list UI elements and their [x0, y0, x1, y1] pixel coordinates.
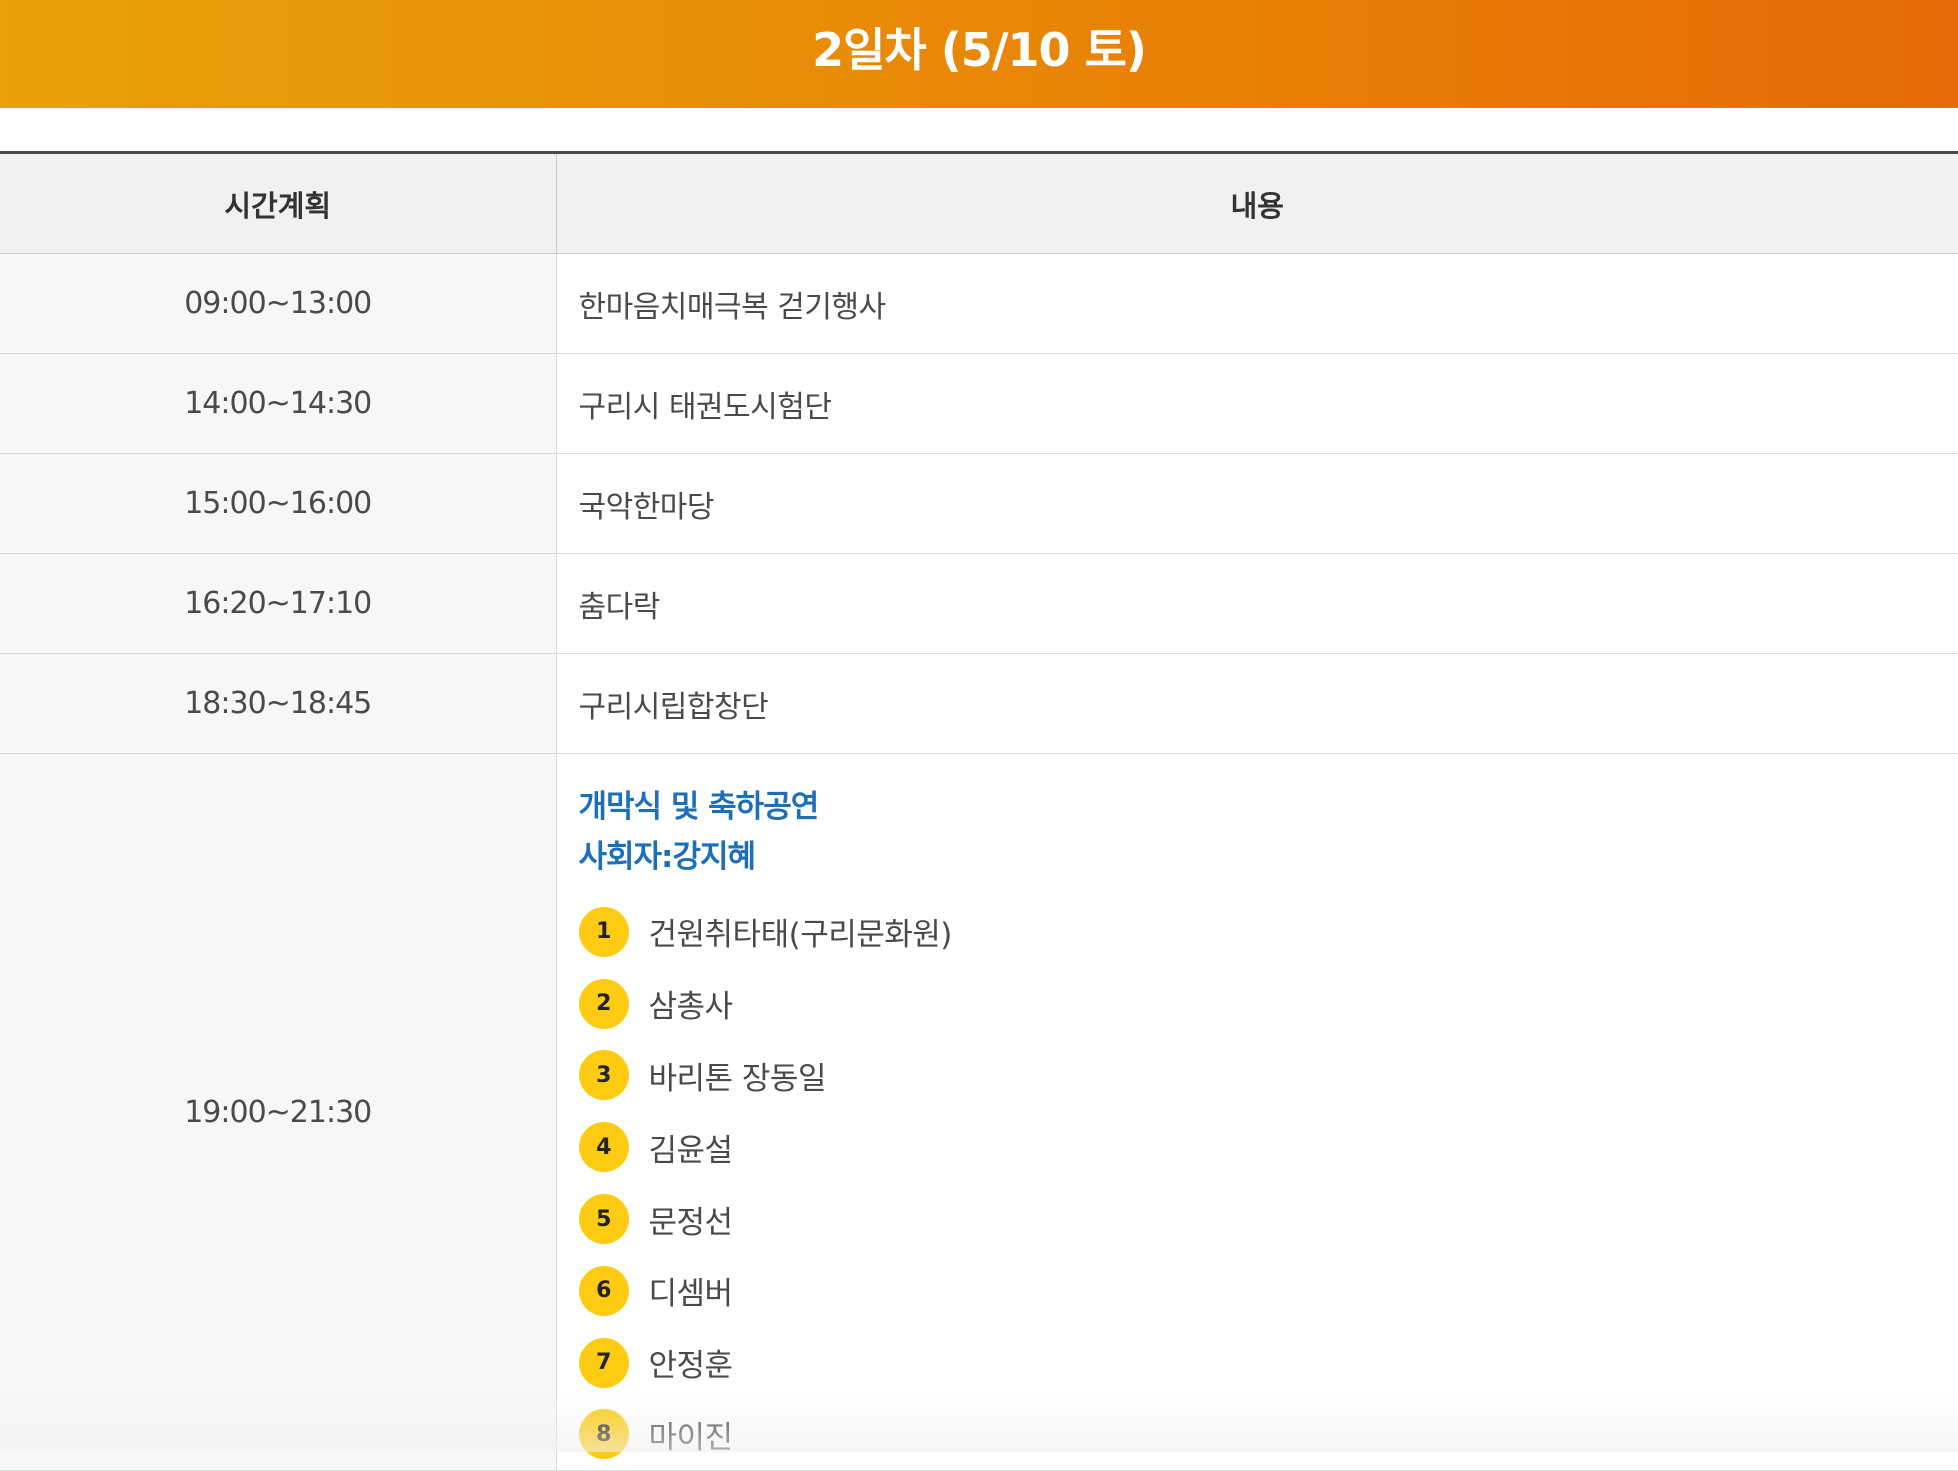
- ceremony-heading: 개막식 및 축하공연: [579, 782, 1958, 832]
- performer-name: 바리톤 장동일: [649, 1053, 826, 1098]
- list-item: 1 건원취타태(구리문화원): [579, 896, 1958, 968]
- row-content: 한마음치매극복 걷기행사: [556, 254, 1958, 354]
- list-item: 3 바리톤 장동일: [579, 1040, 1958, 1112]
- table-header-row: 시간계획 내용: [0, 153, 1958, 254]
- list-item: 6 디셈버: [579, 1255, 1958, 1327]
- list-item: 7 안정훈: [579, 1327, 1958, 1399]
- performer-name: 김윤설: [649, 1125, 733, 1170]
- number-badge: 3: [579, 1050, 629, 1100]
- row-content: 개막식 및 축하공연 사회자:강지혜 1 건원취타태(구리문화원) 2 삼총사 …: [556, 754, 1958, 1471]
- number-badge: 5: [579, 1194, 629, 1244]
- performer-name: 삼총사: [649, 981, 733, 1026]
- performer-name: 건원취타태(구리문화원): [649, 909, 952, 954]
- table-row: 14:00~14:30 구리시 태권도시험단: [0, 354, 1958, 454]
- table-row: 15:00~16:00 국악한마당: [0, 454, 1958, 554]
- row-content: 춤다락: [556, 554, 1958, 654]
- schedule-table: 시간계획 내용 09:00~13:00 한마음치매극복 걷기행사 14:00~1…: [0, 151, 1958, 1471]
- number-badge: 2: [579, 979, 629, 1029]
- header-content: 내용: [556, 153, 1958, 254]
- row-content: 구리시립합창단: [556, 654, 1958, 754]
- performer-name: 디셈버: [649, 1268, 733, 1313]
- table-row: 16:20~17:10 춤다락: [0, 554, 1958, 654]
- list-item: 2 삼총사: [579, 968, 1958, 1040]
- list-item: 5 문정선: [579, 1183, 1958, 1255]
- list-item: 8 마이진: [579, 1399, 1958, 1471]
- day-title: 2일차 (5/10 토): [812, 14, 1146, 80]
- list-item: 4 김윤설: [579, 1111, 1958, 1183]
- day-banner: 2일차 (5/10 토): [0, 0, 1958, 108]
- number-badge: 1: [579, 907, 629, 957]
- number-badge: 6: [579, 1266, 629, 1316]
- performer-list: 1 건원취타태(구리문화원) 2 삼총사 3 바리톤 장동일 4 김윤설: [579, 896, 1958, 1470]
- table-row-opening-ceremony: 19:00~21:30 개막식 및 축하공연 사회자:강지혜 1 건원취타태(구…: [0, 754, 1958, 1471]
- row-time: 09:00~13:00: [0, 254, 556, 354]
- row-time: 18:30~18:45: [0, 654, 556, 754]
- number-badge: 7: [579, 1338, 629, 1388]
- number-badge: 4: [579, 1122, 629, 1172]
- row-time: 19:00~21:30: [0, 754, 556, 1471]
- host-label: 사회자:강지혜: [579, 832, 1958, 882]
- performer-name: 안정훈: [649, 1340, 733, 1385]
- performer-name: 문정선: [649, 1197, 733, 1242]
- table-row: 09:00~13:00 한마음치매극복 걷기행사: [0, 254, 1958, 354]
- row-content: 국악한마당: [556, 454, 1958, 554]
- row-time: 14:00~14:30: [0, 354, 556, 454]
- row-time: 16:20~17:10: [0, 554, 556, 654]
- header-time: 시간계획: [0, 153, 556, 254]
- row-content: 구리시 태권도시험단: [556, 354, 1958, 454]
- row-time: 15:00~16:00: [0, 454, 556, 554]
- table-row: 18:30~18:45 구리시립합창단: [0, 654, 1958, 754]
- performer-name: 마이진: [649, 1412, 733, 1457]
